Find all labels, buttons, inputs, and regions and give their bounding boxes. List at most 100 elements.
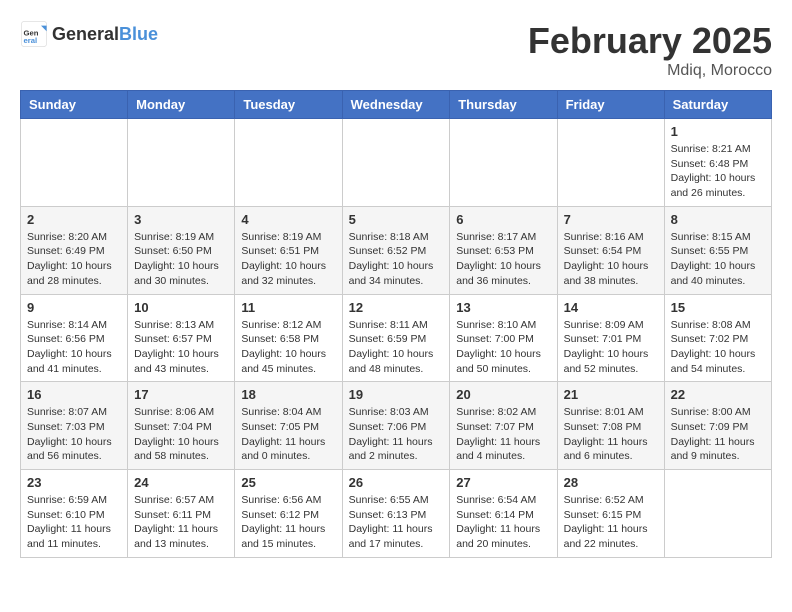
day-cell: 24 Sunrise: 6:57 AM Sunset: 6:11 PM Dayli… [128, 470, 235, 558]
day-cell [342, 119, 450, 207]
day-cell: 19 Sunrise: 8:03 AM Sunset: 7:06 PM Dayli… [342, 382, 450, 470]
day-cell: 13 Sunrise: 8:10 AM Sunset: 7:00 PM Dayli… [450, 294, 557, 382]
day-number: 17 [134, 387, 228, 402]
day-cell: 18 Sunrise: 8:04 AM Sunset: 7:05 PM Dayli… [235, 382, 342, 470]
day-number: 3 [134, 212, 228, 227]
day-number: 1 [671, 124, 765, 139]
day-info: Sunrise: 8:06 AM Sunset: 7:04 PM Dayligh… [134, 405, 228, 464]
logo-general: General [52, 24, 119, 44]
day-info: Sunrise: 6:57 AM Sunset: 6:11 PM Dayligh… [134, 493, 228, 552]
day-info: Sunrise: 6:55 AM Sunset: 6:13 PM Dayligh… [349, 493, 444, 552]
day-info: Sunrise: 8:03 AM Sunset: 7:06 PM Dayligh… [349, 405, 444, 464]
day-cell: 7 Sunrise: 8:16 AM Sunset: 6:54 PM Daylig… [557, 206, 664, 294]
day-info: Sunrise: 8:19 AM Sunset: 6:51 PM Dayligh… [241, 230, 335, 289]
day-info: Sunrise: 8:02 AM Sunset: 7:07 PM Dayligh… [456, 405, 550, 464]
day-number: 7 [564, 212, 658, 227]
day-number: 21 [564, 387, 658, 402]
day-number: 25 [241, 475, 335, 490]
day-info: Sunrise: 8:08 AM Sunset: 7:02 PM Dayligh… [671, 318, 765, 377]
day-info: Sunrise: 8:18 AM Sunset: 6:52 PM Dayligh… [349, 230, 444, 289]
day-cell: 17 Sunrise: 8:06 AM Sunset: 7:04 PM Dayli… [128, 382, 235, 470]
day-info: Sunrise: 8:21 AM Sunset: 6:48 PM Dayligh… [671, 142, 765, 201]
day-number: 22 [671, 387, 765, 402]
day-cell: 26 Sunrise: 6:55 AM Sunset: 6:13 PM Dayli… [342, 470, 450, 558]
day-info: Sunrise: 8:20 AM Sunset: 6:49 PM Dayligh… [27, 230, 121, 289]
day-number: 5 [349, 212, 444, 227]
day-number: 13 [456, 300, 550, 315]
day-number: 16 [27, 387, 121, 402]
day-info: Sunrise: 8:14 AM Sunset: 6:56 PM Dayligh… [27, 318, 121, 377]
day-cell [450, 119, 557, 207]
day-cell [557, 119, 664, 207]
calendar: SundayMondayTuesdayWednesdayThursdayFrid… [20, 90, 772, 558]
day-cell: 27Sunrise: 6:54 AM Sunset: 6:14 PM Dayli… [450, 470, 557, 558]
week-row-1: 1 Sunrise: 8:21 AM Sunset: 6:48 PM Daylig… [21, 119, 772, 207]
day-cell: 25 Sunrise: 6:56 AM Sunset: 6:12 PM Dayli… [235, 470, 342, 558]
day-cell: 5 Sunrise: 8:18 AM Sunset: 6:52 PM Daylig… [342, 206, 450, 294]
weekday-header-tuesday: Tuesday [235, 91, 342, 119]
day-cell: 28Sunrise: 6:52 AM Sunset: 6:15 PM Dayli… [557, 470, 664, 558]
week-row-3: 9Sunrise: 8:14 AM Sunset: 6:56 PM Daylig… [21, 294, 772, 382]
week-row-5: 23 Sunrise: 6:59 AM Sunset: 6:10 PM Dayli… [21, 470, 772, 558]
day-cell: 21 Sunrise: 8:01 AM Sunset: 7:08 PM Dayli… [557, 382, 664, 470]
day-number: 8 [671, 212, 765, 227]
day-cell [128, 119, 235, 207]
weekday-header-saturday: Saturday [664, 91, 771, 119]
title-area: February 2025 Mdiq, Morocco [528, 20, 772, 80]
day-cell: 22 Sunrise: 8:00 AM Sunset: 7:09 PM Dayli… [664, 382, 771, 470]
weekday-header-row: SundayMondayTuesdayWednesdayThursdayFrid… [21, 91, 772, 119]
weekday-header-friday: Friday [557, 91, 664, 119]
day-info: Sunrise: 6:54 AM Sunset: 6:14 PM Dayligh… [456, 493, 550, 552]
day-info: Sunrise: 8:13 AM Sunset: 6:57 PM Dayligh… [134, 318, 228, 377]
location-title: Mdiq, Morocco [528, 62, 772, 80]
day-info: Sunrise: 8:16 AM Sunset: 6:54 PM Dayligh… [564, 230, 658, 289]
day-cell: 2 Sunrise: 8:20 AM Sunset: 6:49 PM Daylig… [21, 206, 128, 294]
day-cell: 12 Sunrise: 8:11 AM Sunset: 6:59 PM Dayli… [342, 294, 450, 382]
day-cell: 4 Sunrise: 8:19 AM Sunset: 6:51 PM Daylig… [235, 206, 342, 294]
weekday-header-monday: Monday [128, 91, 235, 119]
day-number: 12 [349, 300, 444, 315]
day-number: 26 [349, 475, 444, 490]
day-cell: 3 Sunrise: 8:19 AM Sunset: 6:50 PM Daylig… [128, 206, 235, 294]
day-info: Sunrise: 6:59 AM Sunset: 6:10 PM Dayligh… [27, 493, 121, 552]
day-cell [664, 470, 771, 558]
day-number: 14 [564, 300, 658, 315]
day-info: Sunrise: 8:00 AM Sunset: 7:09 PM Dayligh… [671, 405, 765, 464]
week-row-4: 16 Sunrise: 8:07 AM Sunset: 7:03 PM Dayli… [21, 382, 772, 470]
day-cell: 8 Sunrise: 8:15 AM Sunset: 6:55 PM Daylig… [664, 206, 771, 294]
day-cell: 6Sunrise: 8:17 AM Sunset: 6:53 PM Daylig… [450, 206, 557, 294]
day-info: Sunrise: 8:01 AM Sunset: 7:08 PM Dayligh… [564, 405, 658, 464]
day-number: 10 [134, 300, 228, 315]
day-info: Sunrise: 8:11 AM Sunset: 6:59 PM Dayligh… [349, 318, 444, 377]
svg-text:eral: eral [24, 36, 38, 45]
day-cell: 11 Sunrise: 8:12 AM Sunset: 6:58 PM Dayli… [235, 294, 342, 382]
day-info: Sunrise: 8:17 AM Sunset: 6:53 PM Dayligh… [456, 230, 550, 289]
day-number: 4 [241, 212, 335, 227]
day-number: 11 [241, 300, 335, 315]
month-title: February 2025 [528, 20, 772, 62]
day-number: 18 [241, 387, 335, 402]
day-info: Sunrise: 8:12 AM Sunset: 6:58 PM Dayligh… [241, 318, 335, 377]
day-info: Sunrise: 8:15 AM Sunset: 6:55 PM Dayligh… [671, 230, 765, 289]
logo: Gen eral GeneralBlue [20, 20, 158, 48]
logo-icon: Gen eral [20, 20, 48, 48]
day-info: Sunrise: 8:09 AM Sunset: 7:01 PM Dayligh… [564, 318, 658, 377]
day-number: 23 [27, 475, 121, 490]
weekday-header-wednesday: Wednesday [342, 91, 450, 119]
day-number: 15 [671, 300, 765, 315]
day-info: Sunrise: 6:56 AM Sunset: 6:12 PM Dayligh… [241, 493, 335, 552]
day-cell: 15 Sunrise: 8:08 AM Sunset: 7:02 PM Dayli… [664, 294, 771, 382]
logo-blue: Blue [119, 24, 158, 44]
day-info: Sunrise: 8:10 AM Sunset: 7:00 PM Dayligh… [456, 318, 550, 377]
day-number: 2 [27, 212, 121, 227]
day-cell: 10 Sunrise: 8:13 AM Sunset: 6:57 PM Dayli… [128, 294, 235, 382]
day-info: Sunrise: 8:07 AM Sunset: 7:03 PM Dayligh… [27, 405, 121, 464]
day-cell [21, 119, 128, 207]
day-number: 19 [349, 387, 444, 402]
weekday-header-sunday: Sunday [21, 91, 128, 119]
day-cell: 20Sunrise: 8:02 AM Sunset: 7:07 PM Dayli… [450, 382, 557, 470]
day-number: 28 [564, 475, 658, 490]
day-info: Sunrise: 8:04 AM Sunset: 7:05 PM Dayligh… [241, 405, 335, 464]
day-number: 24 [134, 475, 228, 490]
day-info: Sunrise: 8:19 AM Sunset: 6:50 PM Dayligh… [134, 230, 228, 289]
